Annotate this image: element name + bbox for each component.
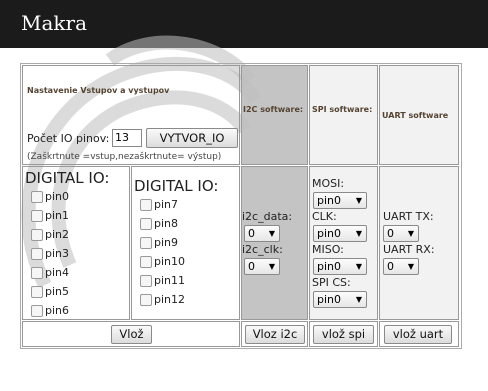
spi-cs-label: SPI CS: (312, 276, 351, 289)
checkbox-icon[interactable] (31, 191, 43, 203)
spi-miso-value: pin0 (317, 260, 342, 273)
spi-header-cell: SPI software: (309, 65, 378, 165)
dropdown-arrow-icon: ▼ (407, 262, 414, 271)
checkbox-icon[interactable] (140, 237, 152, 249)
spi-button-cell: vlož spi (309, 321, 378, 347)
checkbox-icon[interactable] (31, 267, 43, 279)
pin-label: pin0 (45, 190, 70, 203)
spi-clk-select[interactable]: pin0 ▼ (313, 225, 367, 242)
uart-cell: UART TX: 0 ▼ UART RX: 0 ▼ (379, 166, 459, 320)
spi-clk-value: pin0 (317, 227, 342, 240)
spi-miso-select[interactable]: pin0 ▼ (313, 258, 367, 275)
spi-cs-value: pin0 (317, 293, 342, 306)
checkbox-icon[interactable] (140, 199, 152, 211)
dropdown-arrow-icon: ▼ (355, 262, 362, 271)
dropdown-arrow-icon: ▼ (268, 262, 275, 271)
pin-label: pin2 (45, 228, 70, 241)
spi-mosi-select[interactable]: pin0 ▼ (313, 192, 367, 209)
i2c-clk-value: 0 (248, 260, 255, 273)
uart-rx-label: UART RX: (383, 243, 435, 256)
checkbox-icon[interactable] (31, 229, 43, 241)
pin-label: pin6 (45, 304, 70, 317)
i2c-clk-label: i2c_clk: (242, 243, 283, 256)
i2c-data-value: 0 (248, 227, 255, 240)
i2c-data-select[interactable]: 0 ▼ (244, 225, 280, 242)
dropdown-arrow-icon: ▼ (355, 196, 362, 205)
i2c-data-label: i2c_data: (242, 210, 293, 223)
i2c-button-cell: Vloz i2c (241, 321, 308, 347)
pin-label: pin1 (45, 209, 70, 222)
uart-header-cell: UART software (379, 65, 459, 165)
checkbox-icon[interactable] (31, 305, 43, 317)
spi-heading: SPI software: (312, 105, 373, 114)
spi-cs-select[interactable]: pin0 ▼ (313, 291, 367, 308)
uart-button-cell: vlož uart (379, 321, 459, 347)
dropdown-arrow-icon: ▼ (407, 229, 414, 238)
i2c-clk-select[interactable]: 0 ▼ (244, 258, 280, 275)
app-title: Makra (21, 11, 88, 35)
checkbox-hint: (Zaškrtnute =vstup,nezaškrtnute= výstup) (27, 152, 222, 162)
insert-spi-button[interactable]: vlož spi (313, 325, 374, 344)
i2c-cell: i2c_data: 0 ▼ i2c_clk: 0 ▼ (241, 166, 308, 320)
digital-io-left-heading: DIGITAL IO: (25, 169, 110, 187)
pin-label: pin7 (154, 198, 179, 211)
config-panel: Nastavenie Vstupov a vystupov Počet IO p… (22, 65, 240, 165)
pin-label: pin12 (154, 293, 186, 306)
pin-count-input[interactable]: 13 (112, 129, 142, 147)
insert-uart-button[interactable]: vlož uart (384, 325, 452, 344)
checkbox-icon[interactable] (31, 248, 43, 260)
i2c-header-cell: I2C software: (241, 65, 308, 165)
dropdown-arrow-icon: ▼ (355, 295, 362, 304)
pin-label: pin5 (45, 285, 70, 298)
pin-label: pin4 (45, 266, 70, 279)
pin-label: pin9 (154, 236, 179, 249)
checkbox-icon[interactable] (31, 286, 43, 298)
uart-tx-label: UART TX: (383, 210, 434, 223)
config-heading: Nastavenie Vstupov a vystupov (27, 86, 170, 95)
uart-tx-value: 0 (387, 227, 394, 240)
digital-io-right-cell: DIGITAL IO: pin7 pin8 pin9 pin10 pin11 pin12 (131, 166, 240, 320)
insert-button[interactable]: Vlož (111, 325, 152, 344)
app-header: Makra (0, 0, 488, 48)
checkbox-icon[interactable] (140, 256, 152, 268)
dropdown-arrow-icon: ▼ (268, 229, 275, 238)
create-io-button[interactable]: VYTVOR_IO (146, 128, 238, 148)
digital-io-left-cell: DIGITAL IO: pin0 pin1 pin2 pin3 pin4 pin5 pin6 (22, 166, 130, 320)
uart-heading: UART software (382, 111, 449, 120)
pin-label: pin10 (154, 255, 186, 268)
pin-label: pin8 (154, 217, 179, 230)
spi-miso-label: MISO: (312, 243, 344, 256)
spi-cell: MOSI: pin0 ▼ CLK: pin0 ▼ MISO: pin0 ▼ SPI C… (309, 166, 378, 320)
insert-cell: Vlož (22, 321, 240, 347)
insert-i2c-button[interactable]: Vloz i2c (245, 325, 305, 344)
checkbox-icon[interactable] (140, 218, 152, 230)
uart-rx-value: 0 (387, 260, 394, 273)
uart-tx-select[interactable]: 0 ▼ (383, 225, 419, 242)
uart-rx-select[interactable]: 0 ▼ (383, 258, 419, 275)
digital-io-right-heading: DIGITAL IO: (134, 177, 219, 195)
spi-mosi-label: MOSI: (312, 177, 345, 190)
checkbox-icon[interactable] (140, 275, 152, 287)
pin-count-label: Počet IO pinov: (27, 132, 110, 145)
pin-label: pin3 (45, 247, 70, 260)
spi-clk-label: CLK: (312, 210, 337, 223)
dropdown-arrow-icon: ▼ (355, 229, 362, 238)
checkbox-icon[interactable] (31, 210, 43, 222)
pin-label: pin11 (154, 274, 186, 287)
checkbox-icon[interactable] (140, 294, 152, 306)
spi-mosi-value: pin0 (317, 194, 342, 207)
i2c-heading: I2C software: (243, 105, 304, 114)
